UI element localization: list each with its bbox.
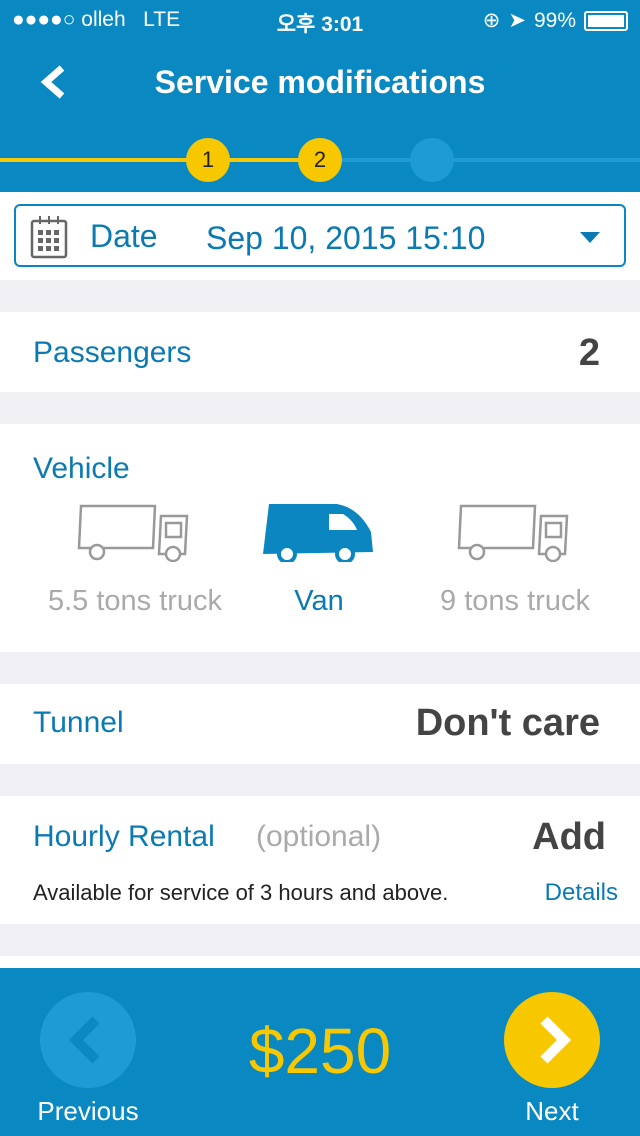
next-circle [504, 992, 600, 1088]
date-label: Date [90, 218, 158, 254]
progress-line-pending [320, 158, 640, 162]
passengers-row[interactable]: Passengers 2 [0, 312, 640, 392]
header: ●●●●○ olleh LTE 오후 3:01 ⊕ ➤ 99% Service … [0, 0, 640, 192]
vehicle-section: Vehicle 5.5 tons truck Van 9 tons truck [0, 424, 640, 652]
step-3 [410, 138, 454, 182]
location-icon: ➤ [508, 9, 526, 32]
chevron-right-icon [540, 1016, 572, 1064]
calendar-icon [30, 216, 68, 259]
battery-percent: 99% [533, 8, 576, 32]
truck-icon [457, 504, 569, 563]
details-link[interactable]: Details [545, 879, 618, 907]
van-icon [263, 504, 373, 564]
vehicle-option-label: 5.5 tons truck [47, 585, 223, 617]
vehicle-label: Vehicle [33, 452, 130, 485]
truck-icon [77, 504, 189, 563]
step-1: 1 [186, 138, 230, 182]
vehicle-option-van[interactable]: Van [244, 502, 394, 622]
divider [0, 956, 640, 968]
passengers-value: 2 [578, 332, 600, 374]
vehicle-option-label: 9 tons truck [440, 585, 590, 617]
hourly-rental-row: Hourly Rental (optional) Add Available f… [0, 796, 640, 924]
vehicle-option-label: Van [294, 585, 344, 617]
footer-bar: Previous $250 Next [0, 968, 640, 1136]
rotation-lock-icon: ⊕ [482, 9, 501, 32]
date-value: Sep 10, 2015 15:10 [206, 220, 486, 256]
previous-label: Previous [37, 1096, 139, 1126]
progress-line-done [0, 158, 320, 162]
passengers-label: Passengers [33, 336, 192, 369]
tunnel-row[interactable]: Tunnel Don't care [0, 684, 640, 764]
vehicle-option-5-5-tons-truck[interactable]: 5.5 tons truck [20, 502, 250, 622]
step-2: 2 [298, 138, 342, 182]
next-label: Next [525, 1096, 579, 1126]
next-button[interactable]: Next [488, 968, 616, 1136]
optional-label: (optional) [256, 820, 382, 853]
dropdown-arrow-icon [580, 232, 600, 243]
hourly-rental-note: Available for service of 3 hours and abo… [33, 880, 449, 905]
date-picker[interactable]: Date Sep 10, 2015 15:10 [14, 204, 626, 267]
vehicle-option-9-tons-truck[interactable]: 9 tons truck [400, 502, 630, 622]
page-title: Service modifications [154, 64, 486, 100]
battery-icon [584, 10, 628, 31]
tunnel-value: Don't care [415, 702, 600, 744]
hourly-rental-label: Hourly Rental [33, 820, 215, 853]
add-hourly-rental-button[interactable]: Add [532, 816, 606, 859]
tunnel-label: Tunnel [33, 706, 124, 739]
status-right: ⊕ ➤ 99% [483, 8, 628, 33]
